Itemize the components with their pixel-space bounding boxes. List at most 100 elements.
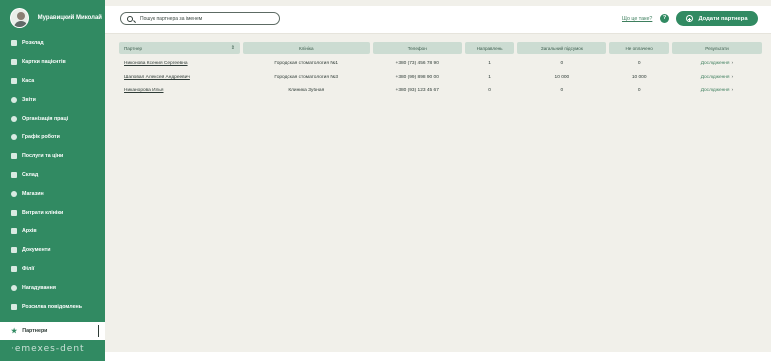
sidebar-item-label: Звіти <box>22 96 36 103</box>
clinic-cell: Клиника Зубная <box>288 88 325 94</box>
partner-name-link[interactable]: Никонова Ксения Сергеевна <box>119 61 240 66</box>
results-link[interactable]: Дослідження › <box>672 88 762 93</box>
table-row: Никонова Ксения Сергеевна Городская стом… <box>119 57 762 71</box>
sidebar-item-branches[interactable]: Філії <box>0 260 105 279</box>
results-link[interactable]: Дослідження › <box>672 75 762 80</box>
sidebar-item-reminders[interactable]: Нагадування <box>0 278 105 297</box>
cash-icon <box>11 77 17 84</box>
sidebar-item-label: Склад <box>22 171 39 178</box>
sidebar-item-expenses[interactable]: Витрати клініки <box>0 203 105 222</box>
help-icon[interactable]: ? <box>660 14 669 23</box>
active-indicator <box>98 325 99 337</box>
sidebar-item-partners[interactable]: ★ Партнери <box>0 322 105 340</box>
plus-circle-icon <box>686 15 694 22</box>
sidebar-item-label: Магазин <box>22 190 44 197</box>
sidebar-item-label: Послуги та ціни <box>22 153 64 160</box>
unpaid-cell: 10 000 <box>631 74 647 80</box>
partners-table: Партнер ⇕ Клініка Телефон Направлень Заг… <box>119 42 762 98</box>
sidebar-item-label: Графік роботи <box>22 134 60 141</box>
phone-cell: +380 (93) 123 45 67 <box>395 88 439 94</box>
sidebar-item-cash[interactable]: Каса <box>0 72 105 91</box>
add-partner-label: Додати партнера <box>698 15 748 22</box>
sidebar-item-label: Розсилка повідомлень <box>22 303 83 310</box>
search-box[interactable] <box>120 12 280 25</box>
sidebar-item-label: Архів <box>22 228 37 235</box>
table-header: Партнер ⇕ Клініка Телефон Направлень Заг… <box>119 42 762 54</box>
phone-cell: +380 (99) 898 90 00 <box>395 74 439 80</box>
sidebar-item-label: Організація праці <box>22 115 69 122</box>
phone-cell: +380 (73) 456 78 90 <box>395 61 439 67</box>
sidebar-item-mailing[interactable]: Розсилка повідомлень <box>0 297 105 316</box>
sidebar-item-label: Нагадування <box>22 284 56 291</box>
brand-logo: ·emexes-dent <box>11 344 85 354</box>
referrals-cell: 1 <box>488 61 491 67</box>
sidebar-item-archive[interactable]: Архів <box>0 222 105 241</box>
total-cell: 10 000 <box>554 74 570 80</box>
sidebar-item-warehouse[interactable]: Склад <box>0 166 105 185</box>
partner-name-link[interactable]: Шаповал Алексей Андреевич <box>119 75 240 80</box>
search-input[interactable] <box>140 15 270 22</box>
avatar <box>10 8 29 28</box>
star-icon: ★ <box>11 327 18 335</box>
column-header-referrals: Направлень <box>464 42 515 54</box>
table-row: Шаповал Алексей Андреевич Городская стом… <box>119 71 762 85</box>
sidebar-item-label: Каса <box>22 77 35 84</box>
chevron-right-icon: › <box>731 88 734 94</box>
sidebar-item-label: Документи <box>22 247 51 254</box>
sidebar-item-work-organization[interactable]: Організація праці <box>0 109 105 128</box>
sidebar-item-label: Витрати клініки <box>22 209 64 216</box>
schedule-icon <box>11 134 17 141</box>
chevron-right-icon: › <box>731 61 734 67</box>
services-icon <box>11 153 17 160</box>
total-cell: 0 <box>560 61 564 67</box>
add-partner-button[interactable]: Додати партнера <box>676 11 758 26</box>
table-row: Никанорова Илья Клиника Зубная +380 (93)… <box>119 84 762 98</box>
right-scroll-area <box>771 0 777 361</box>
chevron-right-icon: › <box>731 74 734 80</box>
what-is-this-link[interactable]: Що це таке? <box>622 16 652 22</box>
sidebar-item-shop[interactable]: Магазин <box>0 184 105 203</box>
calendar-icon <box>11 40 17 47</box>
documents-icon <box>11 247 17 254</box>
sidebar-item-label: Картки пацієнтів <box>22 59 66 66</box>
search-icon <box>127 15 133 22</box>
sidebar-item-documents[interactable]: Документи <box>0 241 105 260</box>
unpaid-cell: 0 <box>637 61 641 67</box>
clinic-cell: Городская стоматология №1 <box>274 61 339 67</box>
column-header-partner[interactable]: Партнер ⇕ <box>119 42 240 54</box>
sidebar-item-work-schedule[interactable]: Графік роботи <box>0 128 105 147</box>
total-cell: 0 <box>560 88 564 94</box>
sidebar-item-reports[interactable]: Звіти <box>0 90 105 109</box>
sidebar-item-label: Партнери <box>22 328 48 334</box>
user-name: Муравицкий Миколай <box>37 15 102 21</box>
sidebar-item-patient-cards[interactable]: Картки пацієнтів <box>0 53 105 72</box>
referrals-cell: 0 <box>488 88 491 94</box>
column-header-results: Результати <box>671 42 762 54</box>
column-header-clinic: Клініка <box>242 42 370 54</box>
user-profile[interactable]: Муравицкий Миколай <box>4 5 102 31</box>
column-header-phone: Телефон <box>372 42 462 54</box>
sidebar-nav: Розклад Картки пацієнтів Каса Звіти Орга… <box>0 34 105 316</box>
unpaid-cell: 0 <box>637 88 641 94</box>
clinic-cell: Городская стоматология №3 <box>274 74 339 80</box>
patient-cards-icon <box>11 59 17 66</box>
sidebar-item-label: Філії <box>22 265 35 272</box>
sidebar-item-label: Розклад <box>22 40 44 47</box>
shop-icon <box>11 190 17 197</box>
top-bar: Що це таке? ? Додати партнера <box>105 6 771 34</box>
sidebar-item-schedule[interactable]: Розклад <box>0 34 105 53</box>
sort-icon[interactable]: ⇕ <box>231 45 235 51</box>
referrals-cell: 1 <box>488 74 491 80</box>
bottom-scroll-area <box>105 352 771 361</box>
reminders-icon <box>11 284 17 291</box>
expenses-icon <box>11 209 17 216</box>
sidebar-item-services[interactable]: Послуги та ціни <box>0 147 105 166</box>
mailing-icon <box>11 303 17 310</box>
partner-name-link[interactable]: Никанорова Илья <box>119 88 240 93</box>
column-header-unpaid: Не оплачено <box>609 42 669 54</box>
results-link[interactable]: Дослідження › <box>672 61 762 66</box>
sidebar: Муравицкий Миколай Розклад Картки пацієн… <box>0 0 105 361</box>
column-header-total: Загальний підсумок <box>517 42 607 54</box>
main-content: Що це таке? ? Додати партнера Партнер ⇕ … <box>105 0 777 361</box>
branches-icon <box>11 265 17 272</box>
